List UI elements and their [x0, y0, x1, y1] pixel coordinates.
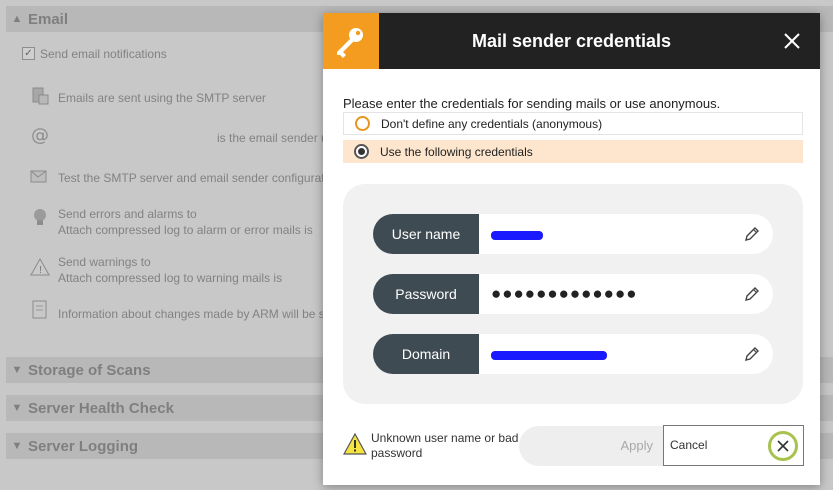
option-anonymous[interactable]: Don't define any credentials (anonymous) [343, 112, 803, 135]
warning-text: Unknown user name or bad password [371, 431, 519, 460]
credentials-panel: User name Password ●●●●●●●●●●●●● Domain [343, 184, 803, 404]
edit-pencil-icon[interactable] [743, 285, 761, 303]
username-input[interactable] [479, 214, 773, 254]
radio-credentials[interactable] [354, 144, 369, 159]
apply-button[interactable]: Apply [519, 426, 665, 466]
radio-anonymous[interactable] [355, 116, 370, 131]
edit-pencil-icon[interactable] [743, 345, 761, 363]
warning-triangle-icon [343, 433, 367, 455]
close-icon [784, 33, 800, 49]
option-credentials[interactable]: Use the following credentials [343, 140, 803, 163]
redacted-domain [491, 350, 607, 360]
credentials-dialog: Mail sender credentials Please enter the… [323, 13, 820, 485]
dialog-title: Mail sender credentials [471, 31, 672, 51]
password-value: ●●●●●●●●●●●●● [491, 284, 638, 303]
key-icon [323, 13, 379, 69]
username-field: User name [373, 214, 773, 254]
cancel-x-icon [768, 431, 798, 461]
username-label: User name [373, 214, 479, 254]
domain-input[interactable] [479, 334, 773, 374]
cancel-label: Cancel [670, 438, 708, 452]
redacted-username [491, 230, 543, 240]
dialog-header: Mail sender credentials [323, 13, 820, 69]
domain-field: Domain [373, 334, 773, 374]
domain-label: Domain [373, 334, 479, 374]
option-credentials-label: Use the following credentials [380, 144, 533, 159]
password-label: Password [373, 274, 479, 314]
option-anonymous-label: Don't define any credentials (anonymous) [381, 116, 603, 131]
dialog-prompt: Please enter the credentials for sending… [343, 96, 721, 111]
password-field: Password ●●●●●●●●●●●●● [373, 274, 773, 314]
cancel-button[interactable]: Cancel [663, 425, 804, 466]
edit-pencil-icon[interactable] [743, 225, 761, 243]
validation-warning: Unknown user name or bad password [343, 431, 523, 465]
close-button[interactable] [764, 13, 820, 69]
password-input[interactable]: ●●●●●●●●●●●●● [479, 274, 773, 314]
